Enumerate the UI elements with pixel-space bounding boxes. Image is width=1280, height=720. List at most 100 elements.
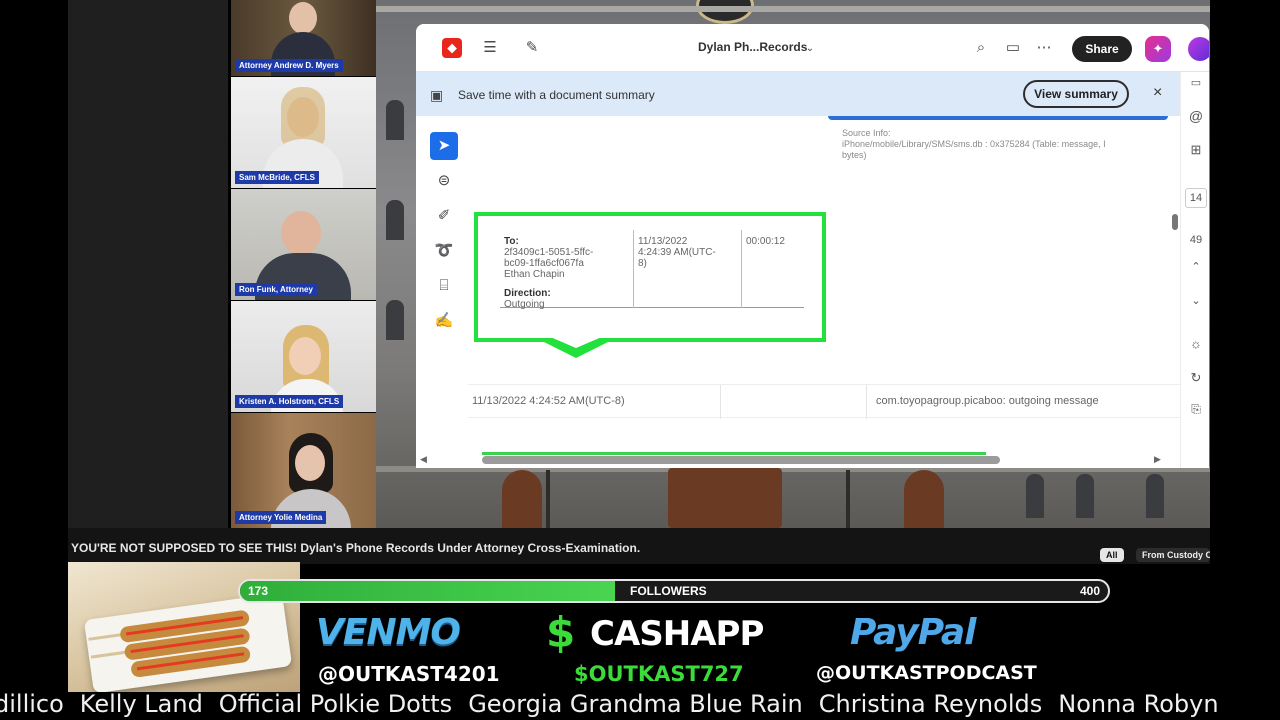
stream-screen: Attorney Andrew D. Myers Sam McBride, CF… [0, 0, 1280, 720]
clock-image [696, 0, 754, 24]
viewer-toolbar: ⬥ ☰ ✎ Dylan Ph...Records ⌄ ⌕ ▭ ⋯ Share ✦ [416, 24, 1209, 72]
door [904, 470, 944, 528]
video-tile[interactable]: Ron Funk, Attorney [231, 189, 376, 300]
ai-assistant-icon[interactable]: ✦ [1145, 36, 1171, 62]
door [502, 470, 542, 528]
horizontal-scrollbar[interactable] [482, 456, 1000, 464]
record-duration-cell: 00:00:12 [742, 230, 804, 308]
timestamp: 8) [638, 258, 647, 269]
lamp-post [846, 470, 850, 528]
highlight-line [482, 452, 986, 455]
followers-progress-fill [240, 581, 616, 601]
brightness-icon[interactable]: ☼ [1185, 336, 1207, 351]
document-page: Source Info: iPhone/mobile/Library/SMS/s… [468, 116, 1180, 456]
panel-icon[interactable]: ▭ [1185, 76, 1207, 89]
cashapp-dollar-icon: $ [546, 608, 576, 657]
recipient-name: Ethan Chapin [504, 269, 565, 280]
ledge [376, 6, 1210, 12]
paypal-handle: @OUTKASTPODCAST [816, 662, 1037, 684]
ticker-name: Georgia Grandma Blue Rain [468, 690, 803, 718]
source-info: Source Info: iPhone/mobile/Library/SMS/s… [842, 128, 1180, 161]
vertical-scrollbar[interactable] [1172, 214, 1178, 230]
scroll-left-icon[interactable]: ◀ [420, 454, 427, 465]
window [386, 200, 404, 240]
venmo-handle: @OUTKAST4201 [318, 662, 500, 686]
source-info-bytes: bytes) [842, 150, 867, 160]
annotation-toolbar: ➤ ⊜ ✐ ➰ ⌸ ✍ [430, 132, 466, 342]
scroll-right-icon[interactable]: ▶ [1154, 454, 1161, 465]
blue-strip [828, 116, 1168, 120]
followers-current: 173 [248, 584, 269, 598]
ticker-name: Official Polkie Dotts [218, 690, 453, 718]
message-record: To: 2f3409c1-5051-5ffc- bc09-1ffa6cf067f… [500, 230, 804, 310]
caption-bar: YOU'RE NOT SUPPOSED TO SEE THIS! Dylan's… [68, 528, 1210, 564]
document-title[interactable]: Dylan Ph...Records [698, 40, 807, 54]
video-tile[interactable]: Sam McBride, CFLS [231, 77, 376, 188]
video-tile[interactable]: Kristen A. Holstrom, CFLS [231, 301, 376, 412]
row-source: com.toyopagroup.picaboo: outgoing messag… [876, 395, 1099, 407]
chip-from-custody[interactable]: From Custody C [1136, 548, 1210, 562]
participant-name: Sam McBride, CFLS [235, 171, 320, 184]
lamp-post [546, 470, 550, 528]
window [1146, 474, 1164, 518]
acrobat-logo-icon[interactable]: ⬥ [442, 38, 462, 58]
select-icon[interactable]: ➤ [430, 132, 458, 160]
followers-goal: 400 [1079, 584, 1100, 598]
duration: 00:00:12 [746, 236, 785, 247]
video-tile[interactable]: Attorney Yolie Medina [231, 413, 376, 528]
direction-label: Direction: [504, 288, 551, 299]
source-info-label: Source Info: [842, 128, 891, 138]
participant-name: Attorney Andrew D. Myers [235, 59, 343, 72]
chevron-down-icon[interactable]: ⌄ [1185, 294, 1207, 307]
text-select-icon[interactable]: ⌸ [430, 272, 458, 300]
lasso-icon[interactable]: ➰ [430, 237, 458, 265]
sign-icon[interactable]: ✍ [430, 307, 458, 335]
avatar[interactable] [1188, 37, 1209, 61]
venmo-logo: VENMO [316, 612, 461, 653]
timestamp: 11/13/2022 [638, 236, 688, 247]
page-number-field[interactable]: 14 [1185, 188, 1207, 208]
chip-all[interactable]: All [1100, 548, 1124, 562]
participant-name: Attorney Yolie Medina [235, 511, 327, 524]
ticker-name: Christina Reynolds [818, 690, 1043, 718]
window [386, 300, 404, 340]
participant-name: Kristen A. Holstrom, CFLS [235, 395, 344, 408]
source-info-path: iPhone/mobile/Library/SMS/sms.db : 0x375… [842, 139, 1106, 149]
ticker-name: Kelly Land [79, 690, 203, 718]
edit-tools-icon[interactable]: ✎ [522, 38, 542, 58]
record-recipient-cell: To: 2f3409c1-5051-5ffc- bc09-1ffa6cf067f… [500, 230, 634, 310]
paypal-logo: PayPal [850, 612, 976, 653]
direction-value: Outgoing [504, 299, 545, 310]
recipient-id: 2f3409c1-5051-5ffc- [504, 247, 594, 258]
summary-icon: ▣ [430, 87, 444, 103]
record-timestamp-cell: 11/13/2022 4:24:39 AM(UTC- 8) [634, 230, 742, 308]
share-button[interactable]: Share [1072, 36, 1132, 62]
comment-icon[interactable]: ⊜ [430, 167, 458, 195]
mention-icon[interactable]: @ [1185, 108, 1207, 124]
video-tile[interactable]: Attorney Andrew D. Myers [231, 0, 376, 76]
more-icon[interactable]: ⋯ [1034, 38, 1054, 58]
participant-name: Ron Funk, Attorney [235, 283, 317, 296]
cashapp-logo: CASHAPP [590, 614, 764, 654]
chevron-down-icon[interactable]: ⌄ [800, 39, 820, 59]
page-total: 49 [1189, 234, 1203, 246]
close-icon[interactable]: × [1153, 84, 1162, 102]
plate [83, 592, 293, 692]
chevron-up-icon[interactable]: ⌃ [1185, 260, 1207, 273]
view-summary-button[interactable]: View summary [1023, 80, 1129, 108]
left-margin [68, 0, 228, 528]
table-row: 11/13/2022 4:24:52 AM(UTC-8) com.toyopag… [468, 384, 1180, 419]
menu-icon[interactable]: ☰ [480, 38, 500, 58]
search-icon[interactable]: ⌕ [971, 38, 991, 58]
ticker-name: Nonna Robyn [1058, 690, 1219, 718]
pages-icon[interactable]: ▭ [1003, 38, 1023, 58]
window [1076, 474, 1094, 518]
save-icon[interactable]: ⎘ [1185, 402, 1207, 417]
recipient-id: bc09-1ffa6cf067fa [504, 258, 584, 269]
grid-icon[interactable]: ⊞ [1185, 142, 1207, 158]
pen-icon[interactable]: ✐ [430, 202, 458, 230]
refresh-icon[interactable]: ↻ [1185, 370, 1207, 386]
followers-label: FOLLOWERS [630, 584, 707, 598]
window [386, 100, 404, 140]
pdf-viewer-window: ⬥ ☰ ✎ Dylan Ph...Records ⌄ ⌕ ▭ ⋯ Share ✦… [416, 24, 1209, 468]
